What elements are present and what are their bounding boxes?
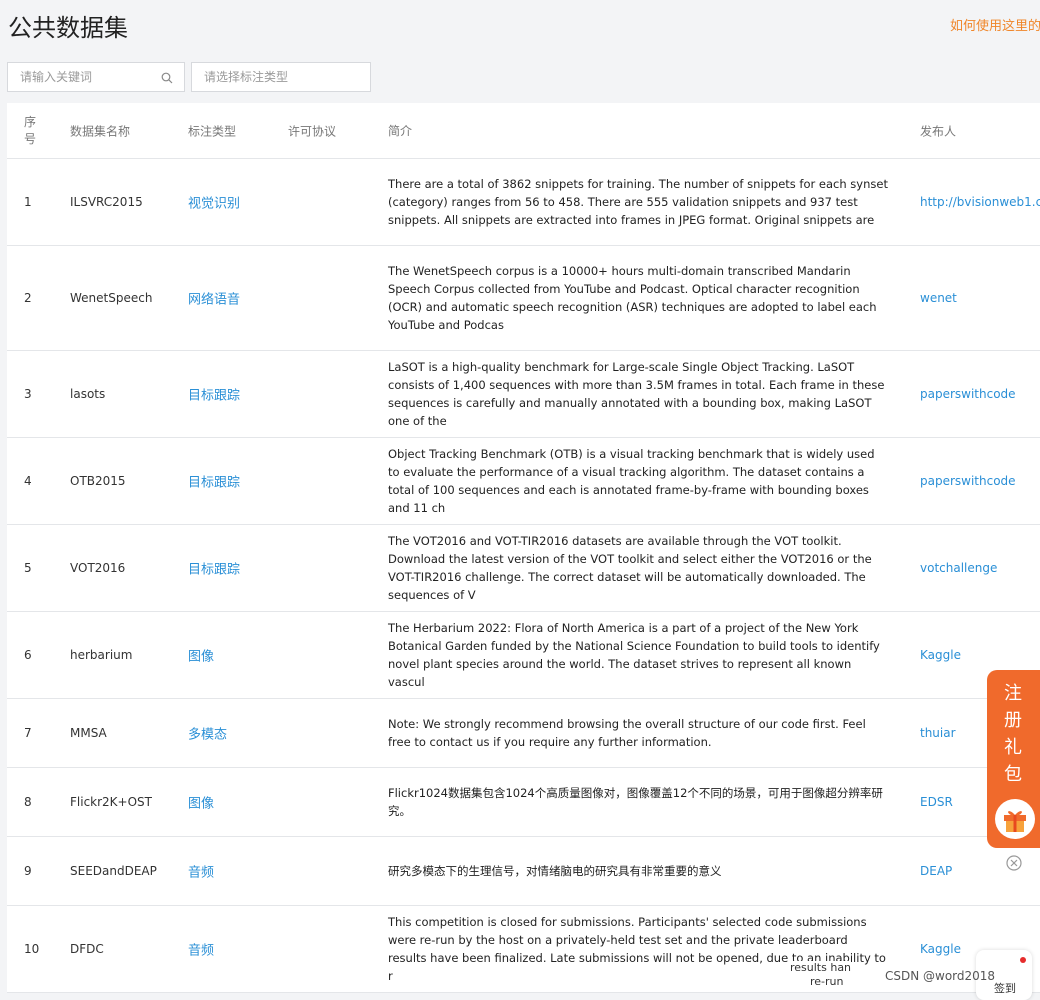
row-index: 1 xyxy=(24,195,32,209)
row-name[interactable]: OTB2015 xyxy=(70,474,126,488)
table-row[interactable]: 6 herbarium 图像 The Herbarium 2022: Flora… xyxy=(7,612,1040,699)
row-desc: There are a total of 3862 snippets for t… xyxy=(388,177,888,227)
dataset-table: 序号 数据集名称 标注类型 许可协议 简介 发布人 1 ILSVRC2015 视… xyxy=(7,103,1040,993)
row-desc: The Herbarium 2022: Flora of North Ameri… xyxy=(388,621,880,689)
row-name[interactable]: VOT2016 xyxy=(70,561,125,575)
row-publisher-link[interactable]: votchallenge xyxy=(920,561,997,575)
row-type-link[interactable]: 音频 xyxy=(188,862,214,881)
row-desc: Flickr1024数据集包含1024个高质量图像对，图像覆盖12个不同的场景，… xyxy=(388,786,883,818)
row-type-link[interactable]: 网络语音 xyxy=(188,289,240,308)
header-desc: 简介 xyxy=(388,123,413,138)
annotation-type-select[interactable]: 请选择标注类型 xyxy=(191,62,371,92)
overlay-text: results han re-run xyxy=(790,961,852,989)
row-name[interactable]: WenetSpeech xyxy=(70,291,152,305)
row-name[interactable]: ILSVRC2015 xyxy=(70,195,143,209)
row-name[interactable]: MMSA xyxy=(70,726,107,740)
overlay-text-line2: re-run xyxy=(810,975,844,988)
header-license: 许可协议 xyxy=(288,124,337,138)
table-row[interactable]: 4 OTB2015 目标跟踪 Object Tracking Benchmark… xyxy=(7,438,1040,525)
table-row[interactable]: 7 MMSA 多模态 Note: We strongly recommend b… xyxy=(7,699,1040,768)
header-publisher: 发布人 xyxy=(920,124,957,138)
row-name[interactable]: Flickr2K+OST xyxy=(70,795,152,809)
row-index: 9 xyxy=(24,864,32,878)
keyword-search-box[interactable] xyxy=(7,62,185,92)
row-publisher-link[interactable]: http://bvisionweb1.cs.u xyxy=(920,195,1040,209)
row-name[interactable]: herbarium xyxy=(70,648,132,662)
row-index: 5 xyxy=(24,561,32,575)
table-row[interactable]: 2 WenetSpeech 网络语音 The WenetSpeech corpu… xyxy=(7,246,1040,351)
signin-label: 签到 xyxy=(994,982,1016,995)
row-type-link[interactable]: 目标跟踪 xyxy=(188,385,240,404)
row-index: 3 xyxy=(24,387,32,401)
row-publisher-link[interactable]: thuiar xyxy=(920,726,956,740)
header-type: 标注类型 xyxy=(188,124,237,138)
table-row[interactable]: 1 ILSVRC2015 视觉识别 There are a total of 3… xyxy=(7,159,1040,246)
table-header-row: 序号 数据集名称 标注类型 许可协议 简介 发布人 xyxy=(7,103,1040,159)
row-name[interactable]: lasots xyxy=(70,387,105,401)
header-name: 数据集名称 xyxy=(70,124,131,138)
table-row[interactable]: 8 Flickr2K+OST 图像 Flickr1024数据集包含1024个高质… xyxy=(7,768,1040,837)
overlay-text-line1: results han xyxy=(790,961,852,974)
row-type-link[interactable]: 多模态 xyxy=(188,724,227,743)
row-index: 6 xyxy=(24,648,32,662)
table-row[interactable]: 3 lasots 目标跟踪 LaSOT is a high-quality be… xyxy=(7,351,1040,438)
row-index: 10 xyxy=(24,942,40,956)
row-name[interactable]: DFDC xyxy=(70,942,104,956)
table-row[interactable]: 9 SEEDandDEAP 音频 研究多模态下的生理信号，对情绪脑电的研究具有非… xyxy=(7,837,1040,906)
register-gift-text: 注册礼包 xyxy=(1004,683,1022,785)
row-desc: Object Tracking Benchmark (OTB) is a vis… xyxy=(388,447,875,515)
row-index: 2 xyxy=(24,291,32,305)
row-desc: Note: We strongly recommend browsing the… xyxy=(388,717,866,749)
row-type-link[interactable]: 目标跟踪 xyxy=(188,559,240,578)
row-index: 4 xyxy=(24,474,32,488)
row-desc: LaSOT is a high-quality benchmark for La… xyxy=(388,360,885,428)
row-desc: The VOT2016 and VOT-TIR2016 datasets are… xyxy=(388,534,872,602)
row-desc: 研究多模态下的生理信号，对情绪脑电的研究具有非常重要的意义 xyxy=(388,864,722,878)
gift-icon[interactable] xyxy=(995,799,1035,839)
row-publisher-link[interactable]: Kaggle xyxy=(920,648,961,662)
row-desc: The WenetSpeech corpus is a 10000+ hours… xyxy=(388,264,877,332)
row-publisher-link[interactable]: paperswithcode xyxy=(920,387,1016,401)
header-index: 序号 xyxy=(24,114,37,146)
keyword-search-input[interactable] xyxy=(8,63,160,91)
row-publisher-link[interactable]: EDSR xyxy=(920,795,953,809)
row-publisher-link[interactable]: DEAP xyxy=(920,864,952,878)
help-link[interactable]: 如何使用这里的数 xyxy=(950,15,1040,34)
row-type-link[interactable]: 图像 xyxy=(188,646,214,665)
row-index: 8 xyxy=(24,795,32,809)
row-type-link[interactable]: 目标跟踪 xyxy=(188,472,240,491)
row-type-link[interactable]: 视觉识别 xyxy=(188,193,240,212)
row-publisher-link[interactable]: paperswithcode xyxy=(920,474,1016,488)
row-name[interactable]: SEEDandDEAP xyxy=(70,864,157,878)
page-title: 公共数据集 xyxy=(8,14,128,42)
watermark: CSDN @word2018 xyxy=(885,969,996,983)
row-index: 7 xyxy=(24,726,32,740)
register-gift-banner[interactable]: 注册礼包 xyxy=(987,670,1040,848)
row-type-link[interactable]: 图像 xyxy=(188,793,214,812)
close-icon[interactable] xyxy=(1006,855,1022,871)
row-publisher-link[interactable]: wenet xyxy=(920,291,957,305)
table-row[interactable]: 5 VOT2016 目标跟踪 The VOT2016 and VOT-TIR20… xyxy=(7,525,1040,612)
row-type-link[interactable]: 音频 xyxy=(188,940,214,959)
search-icon[interactable] xyxy=(161,72,173,84)
row-publisher-link[interactable]: Kaggle xyxy=(920,942,961,956)
notification-dot xyxy=(1020,957,1026,963)
